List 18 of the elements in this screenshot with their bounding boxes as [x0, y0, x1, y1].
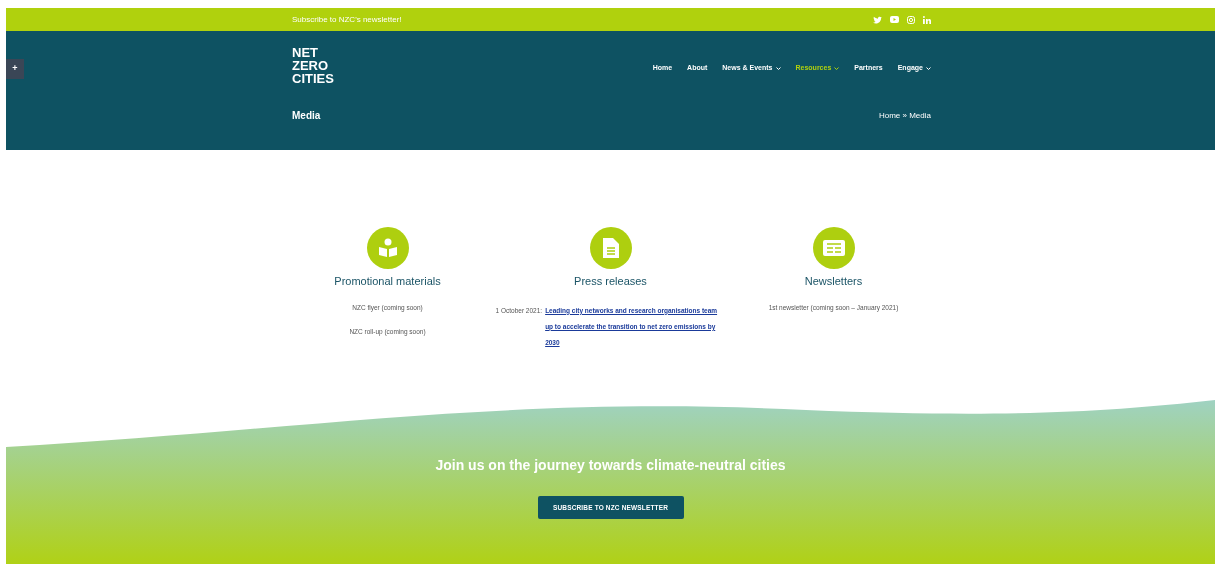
linkedin-icon[interactable] [923, 15, 931, 24]
book-reader-icon [366, 227, 409, 269]
chevron-down-icon [834, 67, 840, 70]
document-icon [589, 227, 632, 269]
section-heading: Newsletters [804, 274, 863, 289]
chevron-down-icon [926, 67, 931, 70]
breadcrumb: Home » Media [878, 109, 931, 122]
section-heading: Press releases [574, 274, 647, 289]
section-heading: Promotional materials [334, 274, 441, 289]
expand-button[interactable]: + [6, 58, 24, 79]
cta-heading: Join us on the journey towards climate-neutral cities [435, 456, 786, 475]
camera-icon[interactable] [907, 15, 915, 24]
video-play-icon[interactable] [890, 16, 899, 23]
twitter-icon[interactable] [873, 15, 882, 24]
page-title: Media [292, 109, 321, 123]
logo[interactable]: NET ZERO CITIES [292, 46, 334, 85]
newspaper-icon [812, 227, 855, 269]
chevron-down-icon [775, 67, 781, 70]
